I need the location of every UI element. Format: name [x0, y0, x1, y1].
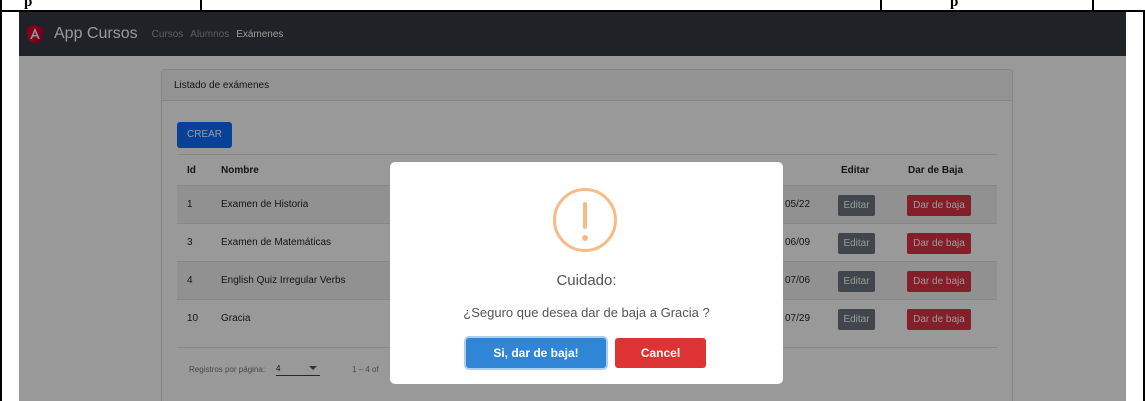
table-divider — [880, 0, 882, 12]
table-cell-text: p — [24, 0, 33, 10]
document-table-border: p p — [0, 0, 1145, 12]
dialog-message: ¿Seguro que desea dar de baja a Gracia ? — [463, 305, 710, 320]
app-screenshot: App Cursos Cursos Alumnos Exámenes Lista… — [19, 12, 1126, 401]
table-divider — [1092, 0, 1094, 12]
document-frame-left — [0, 12, 2, 401]
table-cell-text: p — [950, 0, 959, 10]
table-left-border — [0, 0, 2, 12]
table-divider — [200, 0, 202, 12]
confirm-delete-button[interactable]: Si, dar de baja! — [466, 338, 606, 368]
dialog-title: Cuidado: — [556, 272, 617, 289]
confirm-dialog: Cuidado: ¿Seguro que desea dar de baja a… — [390, 162, 783, 384]
warning-icon — [553, 188, 617, 252]
warning-icon-bar — [583, 202, 587, 229]
warning-icon-dot — [582, 235, 588, 241]
cancel-button[interactable]: Cancel — [615, 338, 706, 368]
